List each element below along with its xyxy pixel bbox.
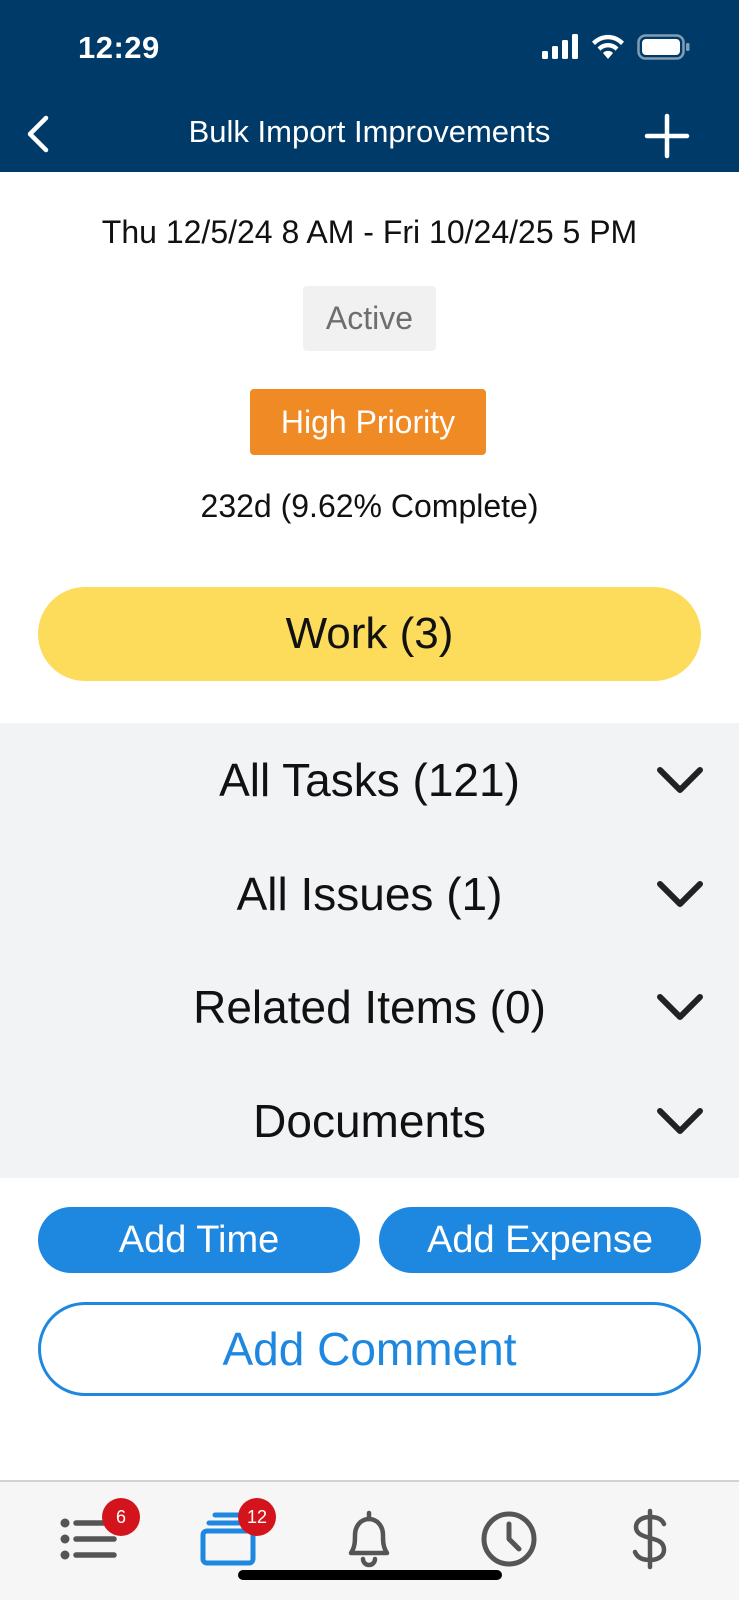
tab-list[interactable]: 6 [48, 1498, 140, 1574]
status-icons [541, 34, 691, 60]
priority-badge: High Priority [250, 389, 486, 455]
date-range: Thu 12/5/24 8 AM - Fri 10/24/25 5 PM [101, 214, 638, 250]
back-button[interactable] [14, 110, 62, 158]
tab-cards[interactable]: 12 [190, 1498, 276, 1574]
work-button[interactable]: Work (3) [38, 587, 701, 681]
section-all-issues[interactable]: All Issues (1) [0, 837, 739, 951]
header: 12:29 Bulk Import Improvements [0, 0, 739, 172]
plus-icon [644, 113, 690, 159]
section-label: All Tasks (121) [219, 753, 520, 806]
clock-icon [481, 1511, 537, 1567]
progress-text: 232d (9.62% Complete) [200, 488, 539, 524]
tab-bar: 6 12 [0, 1480, 739, 1600]
dollar-icon [632, 1508, 667, 1570]
section-related-items[interactable]: Related Items (0) [0, 951, 739, 1065]
tab-time[interactable] [469, 1504, 549, 1574]
tab-list-badge: 6 [102, 1498, 140, 1536]
bell-icon [348, 1510, 390, 1568]
back-chevron-icon [27, 115, 49, 153]
section-label: Documents [253, 1095, 486, 1148]
tab-notifications[interactable] [329, 1504, 409, 1574]
add-button[interactable] [639, 108, 695, 164]
status-time: 12:29 [78, 30, 160, 65]
status-bar: 12:29 [0, 0, 739, 100]
status-badge: Active [303, 286, 436, 351]
section-all-tasks[interactable]: All Tasks (121) [0, 723, 739, 837]
chevron-down-icon [657, 880, 703, 907]
chevron-down-icon [657, 766, 703, 793]
section-label: Related Items (0) [193, 981, 546, 1034]
add-expense-button[interactable]: Add Expense [379, 1207, 701, 1273]
screen: 12:29 Bulk Import Improvements Thu 12/5/… [0, 0, 739, 1600]
section-documents[interactable]: Documents [0, 1064, 739, 1178]
add-comment-button[interactable]: Add Comment [38, 1302, 701, 1396]
nav-bar: Bulk Import Improvements [0, 100, 739, 172]
page-title: Bulk Import Improvements [188, 114, 551, 149]
battery-icon [637, 34, 690, 60]
tab-cards-badge: 12 [238, 1498, 276, 1536]
chevron-down-icon [657, 1108, 703, 1135]
tab-expenses[interactable] [610, 1504, 690, 1574]
home-indicator [238, 1570, 502, 1580]
chevron-down-icon [657, 994, 703, 1021]
section-label: All Issues (1) [236, 867, 503, 920]
add-time-button[interactable]: Add Time [38, 1207, 360, 1273]
wifi-icon [592, 34, 624, 59]
signal-icon [542, 34, 578, 59]
sections-accordion: All Tasks (121) All Issues (1) Related I… [0, 723, 739, 1178]
